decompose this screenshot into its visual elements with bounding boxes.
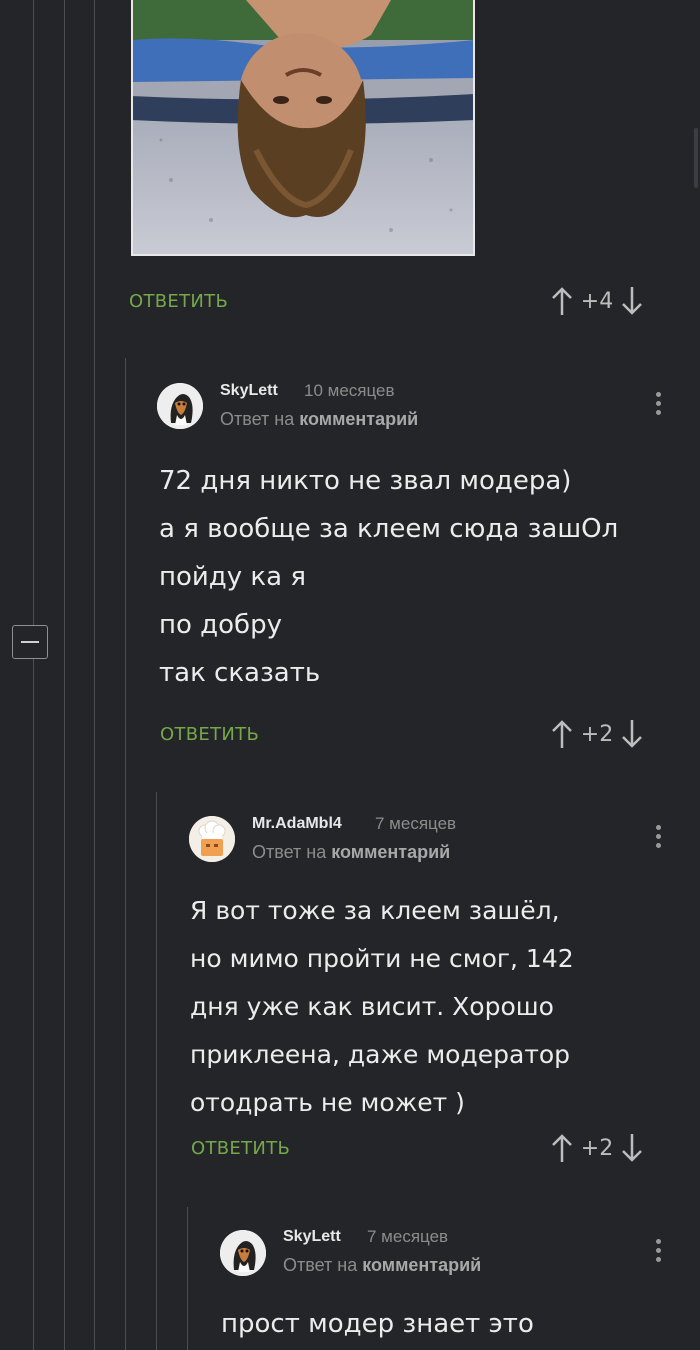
more-vertical-icon[interactable] <box>654 392 662 415</box>
thread-line <box>94 0 95 1350</box>
thread-line <box>125 358 126 1350</box>
comment-line: прост модер знает это <box>221 1309 534 1339</box>
reply-button[interactable]: ОТВЕТИТЬ <box>129 291 228 312</box>
reply-button[interactable]: ОТВЕТИТЬ <box>160 724 259 745</box>
thread-line <box>156 792 157 1350</box>
minus-square-icon <box>21 641 39 643</box>
reply-to-target[interactable]: комментарий <box>331 842 450 862</box>
avatar[interactable] <box>220 1230 266 1276</box>
arrow-down-icon <box>622 1134 642 1162</box>
reply-button[interactable]: ОТВЕТИТЬ <box>191 1138 290 1159</box>
upvote-button[interactable] <box>549 286 575 316</box>
more-vertical-icon[interactable] <box>654 1239 662 1262</box>
comment-text: 72 дня никто не звал модера) а я вообще … <box>159 457 618 697</box>
avatar[interactable] <box>189 816 235 862</box>
comment-text: Я вот тоже за клеем зашёл, но мимо пройт… <box>190 887 574 1127</box>
comment-line: пойду ка я <box>159 562 306 592</box>
arrow-up-icon <box>552 287 572 315</box>
comment-line: так сказать <box>159 658 321 688</box>
downvote-button[interactable] <box>619 1133 645 1163</box>
vote-controls: +4 <box>549 286 645 316</box>
reply-to-link[interactable]: Ответ на комментарий <box>283 1255 481 1276</box>
reply-to-prefix: Ответ на <box>220 409 295 429</box>
upvote-button[interactable] <box>549 719 575 749</box>
comment-text: прост модер знает это <box>221 1300 534 1348</box>
username[interactable]: Mr.AdaMbl4 <box>252 815 342 833</box>
arrow-down-icon <box>622 720 642 748</box>
username[interactable]: SkyLett <box>283 1228 341 1246</box>
score: +2 <box>580 1135 614 1161</box>
comment-line: дня уже как висит. Хорошо <box>190 992 554 1021</box>
downvote-button[interactable] <box>619 286 645 316</box>
photo-graphic <box>131 0 475 256</box>
comment-line: по добру <box>159 610 282 640</box>
timestamp: 7 месяцев <box>375 814 457 833</box>
comment-line: но мимо пройти не смог, 142 <box>190 944 574 973</box>
more-vertical-icon[interactable] <box>654 825 662 848</box>
comment-line: приклеена, даже модератор <box>190 1040 571 1069</box>
thread-line <box>33 0 34 1350</box>
vote-controls: +2 <box>549 719 645 749</box>
collapse-thread-button[interactable] <box>12 625 48 659</box>
timestamp: 10 месяцев <box>304 381 395 400</box>
reply-to-prefix: Ответ на <box>252 842 327 862</box>
reply-to-link[interactable]: Ответ на комментарий <box>220 409 418 430</box>
chef-avatar-icon <box>189 816 235 862</box>
dog-avatar-icon <box>220 1230 266 1276</box>
comment-line: Я вот тоже за клеем зашёл, <box>190 896 560 925</box>
comment-image[interactable] <box>131 0 475 256</box>
upvote-button[interactable] <box>549 1133 575 1163</box>
reply-to-link[interactable]: Ответ на комментарий <box>252 842 450 863</box>
comment-line: отодрать не может ) <box>190 1088 465 1117</box>
arrow-down-icon <box>622 287 642 315</box>
arrow-up-icon <box>552 1134 572 1162</box>
comment-line: 72 дня никто не звал модера) <box>159 466 572 496</box>
arrow-up-icon <box>552 720 572 748</box>
thread-line <box>64 0 65 1350</box>
thread-line <box>187 1207 188 1350</box>
score: +4 <box>580 288 614 314</box>
timestamp: 7 месяцев <box>367 1227 449 1246</box>
scrollbar[interactable] <box>694 128 698 188</box>
reply-to-target[interactable]: комментарий <box>362 1255 481 1275</box>
avatar[interactable] <box>157 383 203 429</box>
reply-to-prefix: Ответ на <box>283 1255 358 1275</box>
comment-line: а я вообще за клеем сюда зашОл <box>159 514 619 544</box>
score: +2 <box>580 721 614 747</box>
vote-controls: +2 <box>549 1133 645 1163</box>
username[interactable]: SkyLett <box>220 382 278 400</box>
dog-avatar-icon <box>157 383 203 429</box>
reply-to-target[interactable]: комментарий <box>299 409 418 429</box>
downvote-button[interactable] <box>619 719 645 749</box>
